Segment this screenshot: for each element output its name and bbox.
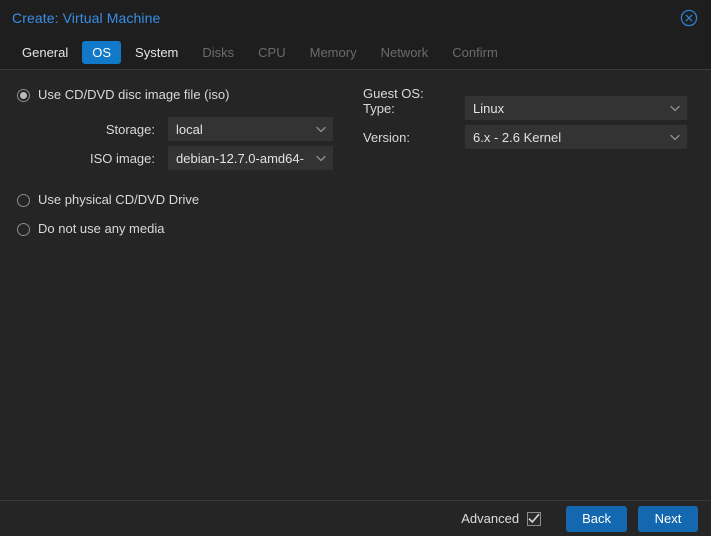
dialog-footer: Advanced Back Next [0,500,711,536]
back-button[interactable]: Back [566,505,627,532]
tab-system[interactable]: System [125,41,188,64]
iso-image-row: ISO image: debian-12.7.0-amd64- [0,146,355,170]
storage-select[interactable]: local [168,117,333,141]
advanced-label: Advanced [461,511,520,526]
tab-general[interactable]: General [12,41,78,64]
check-icon [528,513,540,523]
create-vm-dialog: Create: Virtual Machine General OS Syste… [0,0,711,536]
radio-use-iso-file[interactable]: Use CD/DVD disc image file (iso) [0,85,355,105]
guest-os-version-row: Version: 6.x - 2.6 Kernel [363,125,711,149]
guest-os-type-label: Type: [363,100,395,116]
close-icon[interactable] [679,8,699,28]
iso-image-value: debian-12.7.0-amd64- [176,150,304,166]
wizard-tabbar: General OS System Disks CPU Memory Netwo… [0,35,711,70]
radio-label-iso: Use CD/DVD disc image file (iso) [38,87,230,102]
radio-label-no-media: Do not use any media [38,221,165,236]
guest-os-type-value: Linux [473,100,505,116]
iso-image-select[interactable]: debian-12.7.0-amd64- [168,146,333,170]
advanced-toggle[interactable]: Advanced [461,511,542,526]
tab-network: Network [380,44,429,60]
chevron-down-icon [669,131,681,143]
chevron-down-icon [315,152,327,164]
tab-os[interactable]: OS [82,40,122,64]
radio-indicator-physical [17,193,30,207]
radio-no-media[interactable]: Do not use any media [0,219,355,239]
guest-os-version-select[interactable]: 6.x - 2.6 Kernel [465,125,687,149]
iso-image-label: ISO image: [89,150,155,166]
radio-indicator-iso [17,88,30,102]
radio-indicator-no-media [17,222,30,236]
storage-value: local [176,121,203,137]
guest-os-version-value: 6.x - 2.6 Kernel [473,129,562,145]
storage-label: Storage: [105,121,155,137]
radio-use-physical-drive[interactable]: Use physical CD/DVD Drive [0,190,355,210]
tab-disks: Disks [202,44,235,60]
next-button[interactable]: Next [638,505,698,532]
guest-os-column: Guest OS: Type: Linux Version: 6.x - 2.6… [355,70,711,149]
dialog-titlebar: Create: Virtual Machine [0,0,711,35]
dialog-title: Create: Virtual Machine [12,9,161,26]
media-source-column: Use CD/DVD disc image file (iso) Storage… [0,70,355,239]
advanced-checkbox[interactable] [527,511,542,526]
radio-label-physical: Use physical CD/DVD Drive [38,192,200,207]
tab-memory: Memory [309,44,357,60]
close-circle-glyph [680,9,698,26]
tab-cpu: CPU [258,44,286,60]
guest-os-fields: Type: Linux Version: 6.x - 2.6 Kernel [355,96,711,149]
storage-row: Storage: local [0,117,355,141]
dialog-body: Use CD/DVD disc image file (iso) Storage… [0,70,711,500]
guest-os-type-row: Type: Linux [363,96,711,120]
guest-os-type-select[interactable]: Linux [465,96,687,120]
chevron-down-icon [669,102,681,114]
guest-os-version-label: Version: [363,129,410,145]
tab-confirm: Confirm [452,44,498,60]
guest-os-heading: Guest OS: [363,86,424,101]
chevron-down-icon [315,123,327,135]
